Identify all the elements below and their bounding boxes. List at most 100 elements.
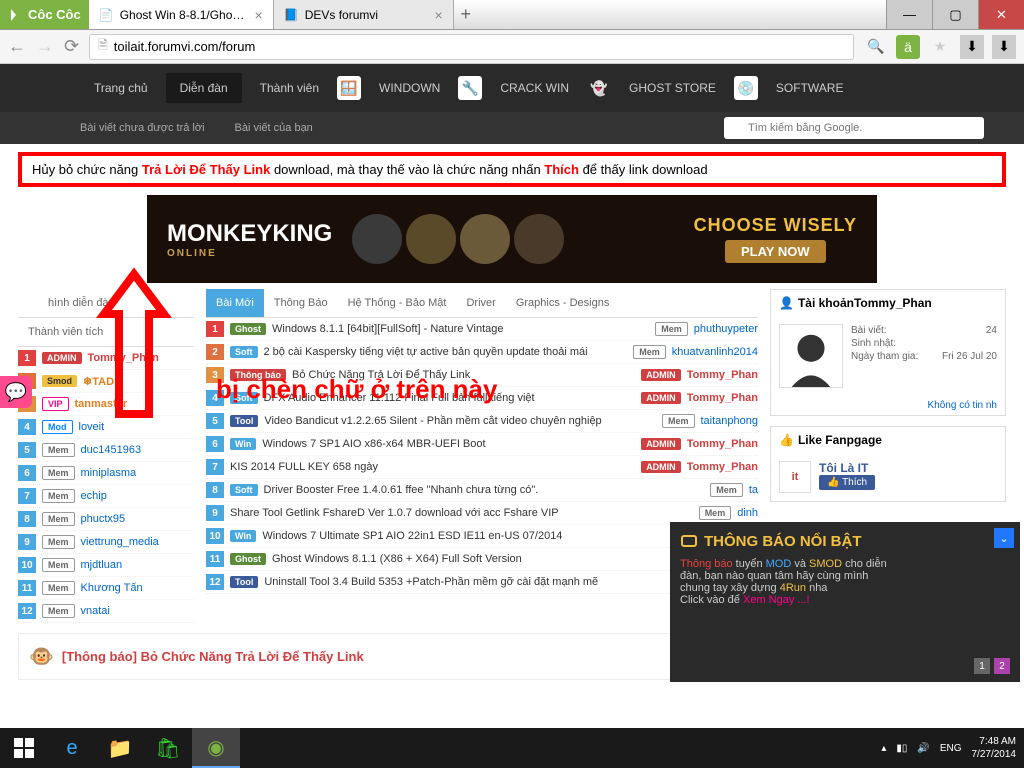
member-row[interactable]: 8Memphuctx95 (18, 508, 194, 531)
forward-button[interactable]: → (36, 36, 54, 57)
member-row[interactable]: 5Memduc1451963 (18, 439, 194, 462)
subnav-yourposts[interactable]: Bài viết của bạn (235, 122, 313, 134)
topic-row[interactable]: 7KIS 2014 FULL KEY 658 ngàyADMINTommy_Ph… (206, 456, 758, 479)
search-box[interactable] (724, 117, 984, 139)
nav-ghost[interactable]: GHOST STORE (615, 73, 730, 103)
rank-number: 6 (18, 465, 36, 481)
topic-title[interactable]: Uninstall Tool 3.4 Build 5353 +Patch-Phầ… (264, 576, 674, 588)
close-tab-icon[interactable]: × (435, 7, 443, 23)
taskbar-ie[interactable]: e (48, 728, 96, 768)
star-icon[interactable]: ★ (928, 35, 952, 59)
author-link[interactable]: khuatvanlinh2014 (672, 346, 758, 358)
username-link[interactable]: mjdtluan (81, 559, 123, 571)
topic-title[interactable]: Ghost Windows 8.1.1 (X86 + X64) Full Sof… (272, 553, 674, 565)
topic-tab[interactable]: Thông Báo (264, 289, 338, 317)
role-badge: Mod (42, 420, 73, 434)
tray-volume-icon[interactable]: 🔊 (917, 743, 929, 754)
tray-lang[interactable]: ENG (940, 743, 962, 754)
topic-row[interactable]: 1GhostWindows 8.1.1 [64bit][FullSoft] - … (206, 318, 758, 341)
topic-tab[interactable]: Bài Mới (206, 289, 264, 317)
back-button[interactable]: ← (8, 36, 26, 57)
favicon: 📘 (284, 8, 299, 22)
author-link[interactable]: Tommy_Phan (687, 369, 758, 381)
username-link[interactable]: viettrung_media (81, 536, 159, 548)
member-row[interactable]: 10Memmjdtluan (18, 554, 194, 577)
no-messages[interactable]: Không có tin nh (771, 396, 1005, 415)
topic-title[interactable]: 2 bộ cài Kaspersky tiếng việt tự active … (264, 346, 628, 358)
author-link[interactable]: Tommy_Phan (687, 461, 758, 473)
username-link[interactable]: vnatai (81, 605, 110, 617)
author-link[interactable]: ta (749, 484, 758, 496)
nav-windown[interactable]: WINDOWN (365, 73, 454, 103)
nav-forum[interactable]: Diễn đàn (166, 73, 242, 103)
taskbar-coccoc[interactable]: ◉ (192, 728, 240, 768)
menu-icon[interactable]: ⬇ (992, 35, 1016, 59)
member-row[interactable]: 7Memechip (18, 485, 194, 508)
username-link[interactable]: duc1451963 (81, 444, 142, 456)
topic-title[interactable]: Windows 7 Ultimate SP1 AIO 22in1 ESD IE1… (262, 530, 674, 542)
browser-tab-0[interactable]: 📄 Ghost Win 8-8.1/Ghost Wi × (89, 0, 274, 29)
topic-title[interactable]: KIS 2014 FULL KEY 658 ngày (230, 461, 635, 473)
taskbar-explorer[interactable]: 📁 (96, 728, 144, 768)
tray-network-icon[interactable]: ▮▯ (896, 743, 907, 754)
search-input[interactable] (724, 117, 984, 139)
minimize-button[interactable]: — (886, 0, 932, 29)
topic-row[interactable]: 8SoftDriver Booster Free 1.4.0.61 ffee "… (206, 479, 758, 502)
chat-widget-icon[interactable]: 💬 (0, 376, 32, 408)
member-row[interactable]: 12Memvnatai (18, 600, 194, 623)
popup-pagination[interactable]: 1 2 (974, 658, 1010, 674)
subnav-unanswered[interactable]: Bài viết chưa được trả lời (80, 122, 205, 134)
nav-crack[interactable]: CRACK WIN (486, 73, 583, 103)
nav-home[interactable]: Trang chủ (80, 73, 162, 103)
reload-button[interactable]: ⟳ (64, 36, 79, 57)
topic-tab[interactable]: Graphics - Designs (506, 289, 620, 317)
member-row[interactable]: 9Memviettrung_media (18, 531, 194, 554)
topic-number: 12 (206, 574, 224, 590)
new-tab-button[interactable]: + (454, 0, 478, 29)
topic-title[interactable]: Windows 7 SP1 AIO x86-x64 MBR-UEFI Boot (262, 438, 635, 450)
tray-up-icon[interactable]: ▴ (881, 743, 886, 754)
author-link[interactable]: phuthuypeter (694, 323, 758, 335)
close-button[interactable]: ✕ (978, 0, 1024, 29)
topic-title[interactable]: Windows 8.1.1 [64bit][FullSoft] - Nature… (272, 323, 649, 335)
download-icon[interactable]: ⬇ (960, 35, 984, 59)
search-icon[interactable]: 🔍 (864, 35, 888, 59)
username-link[interactable]: phuctx95 (81, 513, 126, 525)
topic-tab[interactable]: Driver (456, 289, 505, 317)
role-badge: ADMIN (42, 352, 82, 364)
author-link[interactable]: taitanphong (701, 415, 759, 427)
username-link[interactable]: echip (81, 490, 107, 502)
fanpage-link[interactable]: Tôi Là IT (819, 461, 875, 475)
topic-row[interactable]: 5ToolVideo Bandicut v1.2.2.65 Silent - P… (206, 410, 758, 433)
topic-number: 1 (206, 321, 224, 337)
role-badge: Mem (42, 443, 75, 457)
popup-toggle[interactable]: ⌄ (994, 528, 1014, 548)
close-tab-icon[interactable]: × (255, 7, 263, 23)
author-link[interactable]: Tommy_Phan (687, 438, 758, 450)
username-link[interactable]: miniplasma (81, 467, 137, 479)
nav-software[interactable]: SOFTWARE (762, 73, 858, 103)
topic-title[interactable]: Video Bandicut v1.2.2.65 Silent - Phần m… (264, 415, 656, 427)
username-link[interactable]: Khương Tấn (81, 582, 143, 594)
like-icon: 👍 (779, 433, 794, 447)
start-button[interactable] (0, 728, 48, 768)
member-row[interactable]: 6Memminiplasma (18, 462, 194, 485)
browser-tab-1[interactable]: 📘 DEVs forumvi × (274, 0, 454, 29)
topic-row[interactable]: 2Soft2 bộ cài Kaspersky tiếng việt tự ac… (206, 341, 758, 364)
topic-tab[interactable]: Hệ Thống - Bảo Mật (338, 289, 457, 317)
fb-like-button[interactable]: 👍 Thích (819, 475, 875, 490)
topic-title[interactable]: Share Tool Getlink FshareD Ver 1.0.7 dow… (230, 507, 693, 519)
author-link[interactable]: Tommy_Phan (687, 392, 758, 404)
maximize-button[interactable]: ▢ (932, 0, 978, 29)
topic-title[interactable]: Driver Booster Free 1.4.0.61 ffee "Nhanh… (264, 484, 705, 496)
nav-members[interactable]: Thành viên (246, 73, 333, 103)
author-link[interactable]: dinh (737, 507, 758, 519)
tray-clock[interactable]: 7:48 AM 7/27/2014 (972, 735, 1017, 761)
member-row[interactable]: 11MemKhương Tấn (18, 577, 194, 600)
ad-banner[interactable]: MONKEYKING ONLINE CHOOSE WISELY PLAY NOW (147, 195, 877, 283)
system-tray[interactable]: ▴ ▮▯ 🔊 ENG 7:48 AM 7/27/2014 (881, 735, 1024, 761)
shield-icon[interactable]: ä (896, 35, 920, 59)
topic-row[interactable]: 6WinWindows 7 SP1 AIO x86-x64 MBR-UEFI B… (206, 433, 758, 456)
taskbar-store[interactable]: 🛍 (144, 728, 192, 768)
url-input[interactable]: 🗎 toilait.forumvi.com/forum (89, 34, 854, 60)
